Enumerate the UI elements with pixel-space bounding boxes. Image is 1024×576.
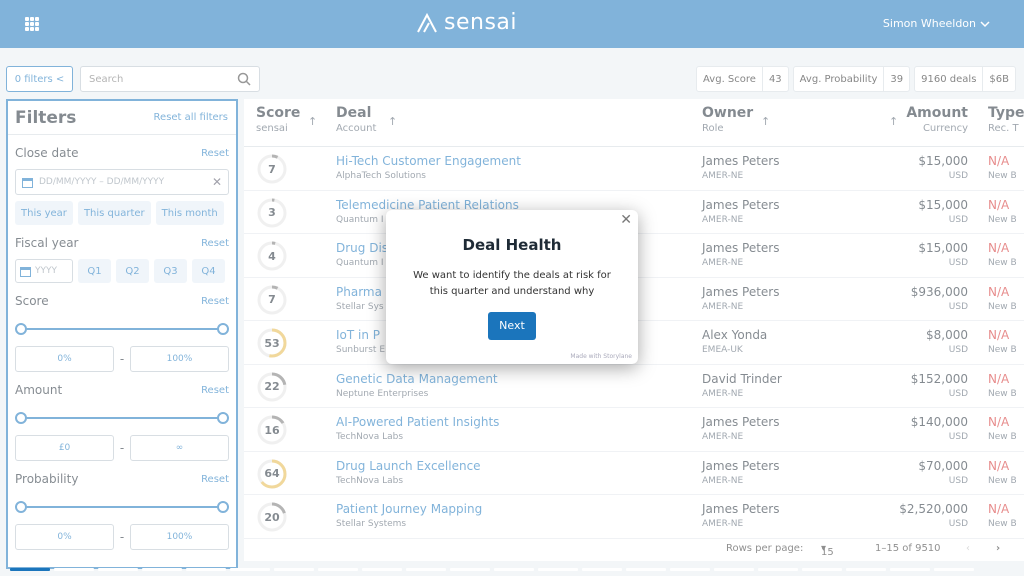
modal-title: Deal Health	[462, 236, 562, 254]
progress-step	[230, 568, 270, 571]
progress-step	[10, 568, 50, 571]
progress-step	[318, 568, 358, 571]
progress-step	[890, 568, 930, 571]
close-icon[interactable]: ✕	[620, 212, 632, 228]
progress-step	[670, 568, 710, 571]
next-button[interactable]: Next	[488, 312, 536, 340]
progress-step	[846, 568, 886, 571]
progress-step	[98, 568, 138, 571]
modal-footer: Made with Storylane	[570, 353, 632, 360]
tour-progress	[0, 568, 1024, 572]
progress-step	[714, 568, 754, 571]
deal-health-modal: ✕ Deal Health We want to identify the de…	[386, 210, 638, 364]
progress-step	[758, 568, 798, 571]
progress-step	[450, 568, 490, 571]
progress-step	[494, 568, 534, 571]
progress-step	[186, 568, 226, 571]
progress-step	[538, 568, 578, 571]
modal-body: We want to identify the deals at risk fo…	[413, 270, 611, 297]
progress-step	[582, 568, 622, 571]
progress-step	[802, 568, 842, 571]
progress-step	[626, 568, 666, 571]
progress-step	[142, 568, 182, 571]
progress-step	[934, 568, 974, 571]
progress-step	[362, 568, 402, 571]
progress-step	[54, 568, 94, 571]
progress-step	[406, 568, 446, 571]
progress-step	[274, 568, 314, 571]
